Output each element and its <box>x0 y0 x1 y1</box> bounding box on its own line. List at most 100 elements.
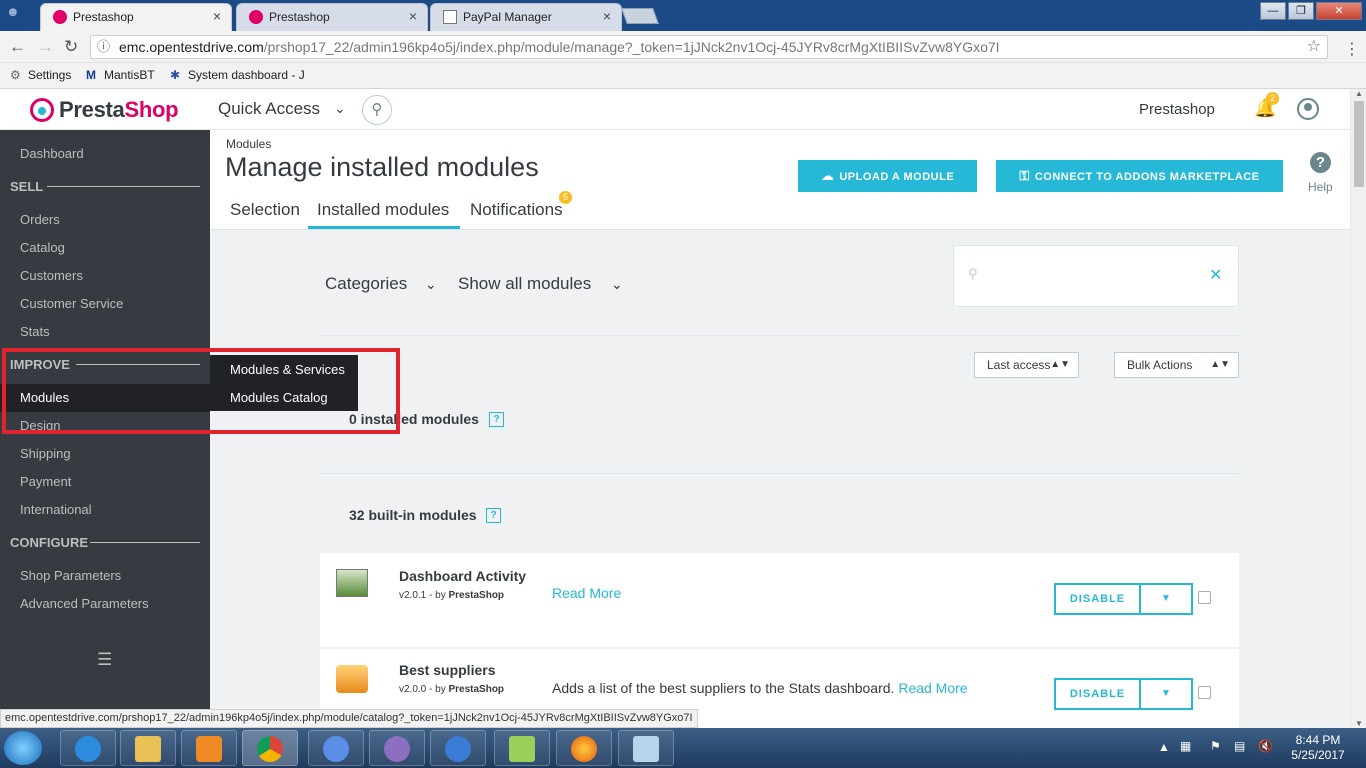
sort-arrows-icon: ▲▼ <box>1050 359 1070 370</box>
close-icon[interactable]: × <box>213 8 221 24</box>
profile-icon[interactable]: ☻ <box>6 4 28 22</box>
sidebar-item-design[interactable]: Design <box>20 418 60 433</box>
taskbar-thunderbird[interactable] <box>430 730 486 766</box>
flyout-item-modules-services[interactable]: Modules & Services <box>230 362 345 377</box>
taskbar-notepad[interactable] <box>618 730 674 766</box>
modules-flyout-menu: Modules & Services Modules Catalog <box>210 355 358 411</box>
quick-access-menu[interactable]: Quick Access <box>218 99 320 119</box>
module-name[interactable]: Best suppliers <box>399 662 495 678</box>
site-info-icon[interactable]: ⓘ <box>97 36 110 58</box>
action-center-icon[interactable]: ⚑ <box>1210 739 1221 753</box>
module-actions-dropdown[interactable]: ▼ <box>1139 678 1193 710</box>
bookmark-mantisbt[interactable]: M MantisBT <box>86 68 155 82</box>
flyout-item-modules-catalog[interactable]: Modules Catalog <box>230 390 328 405</box>
chevron-down-icon[interactable]: ⌄ <box>334 100 346 117</box>
show-hidden-icons-icon[interactable]: ▲ <box>1158 740 1170 754</box>
close-icon[interactable]: × <box>603 8 611 24</box>
connect-addons-button[interactable]: ⚿ CONNECT TO ADDONS MARKETPLACE <box>996 160 1283 192</box>
help-question-icon[interactable]: ? <box>486 508 501 523</box>
bookmark-star-icon[interactable]: ☆ <box>1307 36 1321 58</box>
close-icon[interactable]: × <box>409 8 417 24</box>
help-icon[interactable]: ? <box>1310 152 1331 173</box>
scroll-down-icon[interactable]: ▼ <box>1355 719 1363 728</box>
forward-arrow-icon[interactable]: → <box>37 37 54 57</box>
sidebar-item-advanced-parameters[interactable]: Advanced Parameters <box>20 596 149 611</box>
sidebar-item-customer-service[interactable]: Customer Service <box>20 296 123 311</box>
module-search-input[interactable]: ⚲ ✕ <box>953 245 1239 307</box>
sidebar: Dashboard SELL Orders Catalog Customers … <box>0 130 210 728</box>
module-actions-dropdown[interactable]: ▼ <box>1139 583 1193 615</box>
minimize-button[interactable]: — <box>1260 2 1286 20</box>
sidebar-item-customers[interactable]: Customers <box>20 268 83 283</box>
back-arrow-icon[interactable]: ← <box>9 37 26 57</box>
chevron-down-icon[interactable]: ⌄ <box>425 276 437 293</box>
maximize-button[interactable]: ❐ <box>1288 2 1314 20</box>
network-icon[interactable]: ▤ <box>1234 739 1245 753</box>
taskbar-firefox[interactable] <box>556 730 612 766</box>
prestashop-favicon-icon <box>53 10 67 24</box>
chevron-down-icon[interactable]: ⌄ <box>611 276 623 293</box>
module-select-checkbox[interactable] <box>1198 591 1211 604</box>
sidebar-item-catalog[interactable]: Catalog <box>20 240 65 255</box>
bookmark-settings[interactable]: ⚙ Settings <box>10 68 71 82</box>
collapse-menu-icon[interactable]: ☰ <box>97 650 112 670</box>
reload-icon[interactable]: ↻ <box>64 37 78 57</box>
user-avatar-icon[interactable] <box>1297 98 1319 120</box>
sidebar-item-dashboard[interactable]: Dashboard <box>20 146 84 161</box>
thunderbird-icon <box>445 736 471 762</box>
clear-search-icon[interactable]: ✕ <box>1209 265 1222 285</box>
breadcrumb[interactable]: Modules <box>226 137 271 151</box>
taskbar-pidgin[interactable] <box>369 730 425 766</box>
module-name[interactable]: Dashboard Activity <box>399 568 526 584</box>
browser-tab-prestashop-1[interactable]: Prestashop × <box>40 3 232 31</box>
sidebar-item-shop-parameters[interactable]: Shop Parameters <box>20 568 121 583</box>
bookmark-system-dashboard[interactable]: ✱ System dashboard - J <box>170 68 305 82</box>
taskbar-chrome[interactable] <box>242 730 298 766</box>
taskbar-notepadplusplus[interactable] <box>494 730 550 766</box>
help-question-icon[interactable]: ? <box>489 412 504 427</box>
new-tab-button[interactable] <box>621 8 659 24</box>
categories-filter[interactable]: Categories <box>325 274 407 294</box>
sidebar-item-shipping[interactable]: Shipping <box>20 446 71 461</box>
browser-tab-paypal-manager[interactable]: PayPal Manager × <box>430 3 622 31</box>
shop-name-link[interactable]: Prestashop <box>1139 101 1215 118</box>
search-icon[interactable]: ⚲ <box>362 95 392 125</box>
clock-date: 5/25/2017 <box>1291 748 1345 762</box>
tab-installed-modules[interactable]: Installed modules <box>317 200 449 220</box>
antivirus-icon[interactable]: ▦ <box>1180 739 1191 753</box>
bulk-actions-select[interactable]: Bulk Actions ▲▼ <box>1114 352 1239 378</box>
scrollbar-thumb[interactable] <box>1354 101 1364 187</box>
sidebar-item-modules[interactable]: Modules <box>20 390 69 405</box>
disable-button[interactable]: DISABLE <box>1054 583 1141 615</box>
upload-module-button[interactable]: ☁ UPLOAD A MODULE <box>798 160 977 192</box>
taskbar-chromium[interactable] <box>308 730 364 766</box>
windows-taskbar: ▲ ▦ ⚑ ▤ 🔇 8:44 PM 5/25/2017 <box>0 728 1366 768</box>
read-more-link[interactable]: Read More <box>898 680 967 696</box>
taskbar-file-explorer[interactable] <box>120 730 176 766</box>
read-more-link[interactable]: Read More <box>552 585 621 601</box>
module-select-checkbox[interactable] <box>1198 686 1211 699</box>
sidebar-item-stats[interactable]: Stats <box>20 324 50 339</box>
disable-button[interactable]: DISABLE <box>1054 678 1141 710</box>
sidebar-item-payment[interactable]: Payment <box>20 474 71 489</box>
url-field[interactable]: ⓘ emc.opentestdrive.com/prshop17_22/admi… <box>90 35 1328 59</box>
taskbar-media-player[interactable] <box>181 730 237 766</box>
volume-muted-icon[interactable]: 🔇 <box>1258 739 1273 753</box>
page-scrollbar[interactable]: ▲ ▼ <box>1350 89 1366 728</box>
tab-selection[interactable]: Selection <box>230 200 300 220</box>
browser-menu-icon[interactable]: ⋮ <box>1344 39 1360 59</box>
bookmark-label: Settings <box>28 68 72 82</box>
notepad-icon <box>633 736 659 762</box>
window-close-button[interactable]: ✕ <box>1316 2 1362 20</box>
tab-notifications[interactable]: Notifications <box>470 200 563 220</box>
scroll-up-icon[interactable]: ▲ <box>1355 89 1363 98</box>
show-all-modules-filter[interactable]: Show all modules <box>458 274 591 294</box>
taskbar-clock[interactable]: 8:44 PM 5/25/2017 <box>1288 733 1348 763</box>
browser-tab-prestashop-2[interactable]: Prestashop × <box>236 3 428 31</box>
sort-select[interactable]: Last access ▲▼ <box>974 352 1079 378</box>
taskbar-internet-explorer[interactable] <box>60 730 116 766</box>
start-button[interactable] <box>4 731 42 765</box>
sidebar-item-international[interactable]: International <box>20 502 92 517</box>
sidebar-item-orders[interactable]: Orders <box>20 212 60 227</box>
help-label[interactable]: Help <box>1308 180 1333 194</box>
